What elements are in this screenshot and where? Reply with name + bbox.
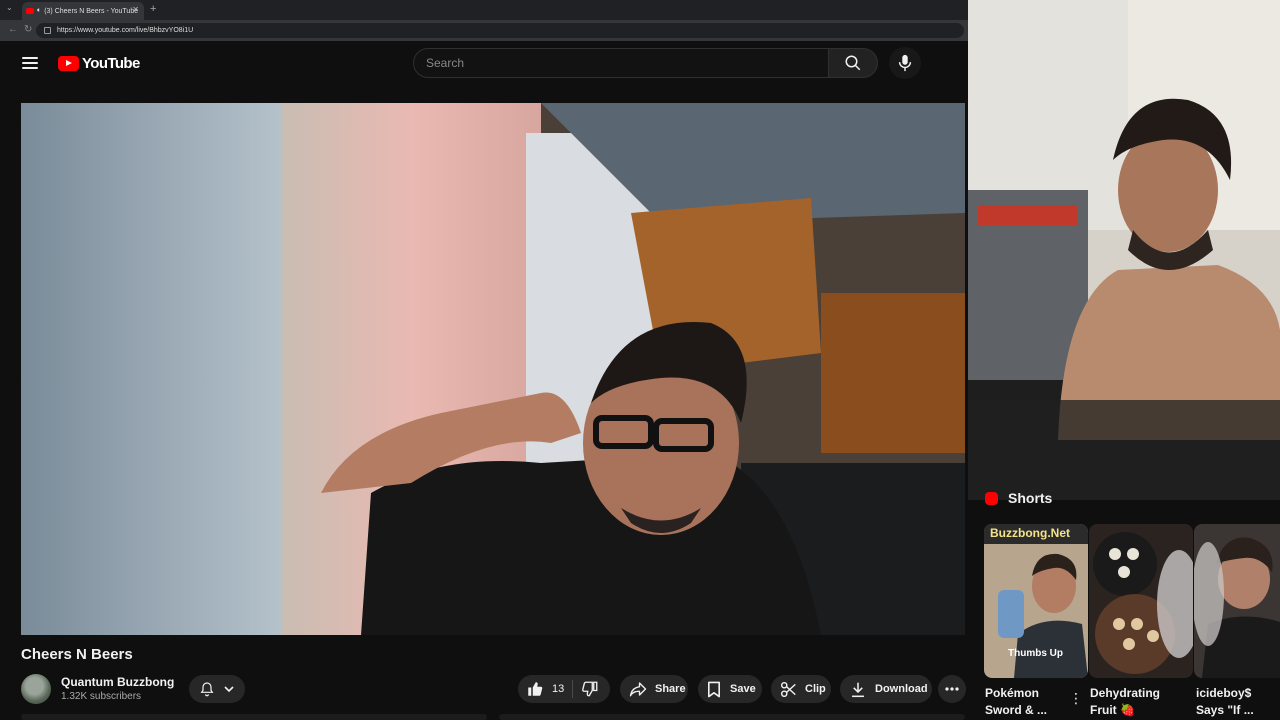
video-player[interactable] xyxy=(21,103,965,635)
short-title-2[interactable]: Dehydrating Fruit 🍓 xyxy=(1090,685,1182,719)
short-title-line: Says "If ... xyxy=(1196,703,1254,717)
short-more-icon[interactable]: ⋮ xyxy=(1069,690,1083,707)
more-horizontal-icon xyxy=(945,687,959,691)
youtube-header: YouTube xyxy=(0,41,968,89)
tab-search-icon[interactable]: ⌄ xyxy=(6,3,13,12)
search-button[interactable] xyxy=(828,48,878,78)
voice-search-button[interactable] xyxy=(889,47,921,79)
youtube-logo[interactable]: YouTube xyxy=(58,55,140,72)
like-dislike-group: 13 xyxy=(518,675,610,703)
save-label: Save xyxy=(730,683,756,695)
short-thumbnail-3[interactable] xyxy=(1194,524,1280,678)
download-label: Download xyxy=(875,683,928,695)
shorts-header: Shorts xyxy=(985,490,1052,506)
close-tab-icon[interactable]: ✕ xyxy=(132,5,139,14)
menu-icon[interactable] xyxy=(22,57,38,69)
bookmark-icon xyxy=(708,681,720,697)
short-title-1[interactable]: Pokémon Sword & ... xyxy=(985,685,1077,719)
short-thumbnail-image xyxy=(1089,524,1193,678)
subscriber-count: 1.32K subscribers xyxy=(61,691,142,702)
video-frame xyxy=(21,103,965,635)
tab-title: (3) Cheers N Beers - YouTube xyxy=(44,7,139,15)
logo-text: YouTube xyxy=(82,55,140,72)
video-title: Cheers N Beers xyxy=(21,646,133,663)
back-icon[interactable]: ← xyxy=(8,24,18,35)
search-icon xyxy=(845,55,861,71)
browser-tab[interactable]: 🔈︎ (3) Cheers N Beers - YouTube ✕ xyxy=(22,2,144,20)
notification-bell-button[interactable] xyxy=(189,675,245,703)
like-count: 13 xyxy=(552,683,565,695)
short-title-line: icideboy$ xyxy=(1196,686,1252,700)
share-button[interactable]: Share xyxy=(620,675,688,703)
shorts-logo-icon xyxy=(985,491,998,505)
address-bar-row: ← ↻ https://www.youtube.com/live/BhbzvYO… xyxy=(0,20,968,41)
short-title-line: Dehydrating xyxy=(1090,686,1161,700)
thumbs-down-icon xyxy=(582,681,598,697)
bell-icon xyxy=(200,682,214,697)
description-box-edge xyxy=(21,714,487,720)
dislike-button[interactable] xyxy=(581,680,599,698)
search-input[interactable] xyxy=(413,48,829,78)
clip-button[interactable]: Clip xyxy=(771,675,831,703)
comments-box-edge xyxy=(499,714,965,720)
shorts-heading: Shorts xyxy=(1008,490,1053,506)
microphone-icon xyxy=(898,54,912,72)
short-overlay-bottom: Thumbs Up xyxy=(1008,648,1063,659)
download-button[interactable]: Download xyxy=(840,675,932,703)
like-button[interactable]: 13 xyxy=(526,680,564,698)
youtube-favicon-icon xyxy=(26,8,34,14)
url-text: https://www.youtube.com/live/BhbzvYO8i1U xyxy=(57,27,194,34)
save-button[interactable]: Save xyxy=(698,675,762,703)
short-title-line: Sword & ... xyxy=(985,703,1048,717)
youtube-play-logo-icon xyxy=(58,56,79,71)
short-thumbnail-1[interactable]: Buzzbong.Net Thumbs Up xyxy=(984,524,1088,678)
short-title-3[interactable]: icideboy$ Says "If ... xyxy=(1196,685,1280,719)
site-info-icon[interactable] xyxy=(44,27,51,34)
webcam-frame xyxy=(968,0,1280,500)
short-overlay-top: Buzzbong.Net xyxy=(990,526,1070,540)
share-icon xyxy=(629,682,647,697)
browser-tab-bar: ⌄ 🔈︎ (3) Cheers N Beers - YouTube ✕ + xyxy=(0,0,968,20)
new-tab-icon[interactable]: + xyxy=(150,3,156,15)
speaker-icon: 🔈︎ xyxy=(37,7,42,14)
thumbs-up-icon xyxy=(528,682,543,696)
webcam-overlay xyxy=(968,0,1280,500)
short-title-line: Fruit 🍓 xyxy=(1090,703,1135,717)
download-icon xyxy=(852,682,864,697)
short-title-line: Pokémon xyxy=(985,686,1040,700)
divider xyxy=(572,680,574,698)
scissors-icon xyxy=(780,681,796,697)
url-field[interactable]: https://www.youtube.com/live/BhbzvYO8i1U xyxy=(36,23,964,38)
channel-name[interactable]: Quantum Buzzbong xyxy=(61,675,174,689)
share-label: Share xyxy=(655,683,686,695)
channel-avatar[interactable] xyxy=(21,674,51,704)
clip-label: Clip xyxy=(805,683,826,695)
short-thumbnail-2[interactable] xyxy=(1089,524,1193,678)
chevron-down-icon xyxy=(224,686,234,693)
more-actions-button[interactable] xyxy=(938,675,966,703)
reload-icon[interactable]: ↻ xyxy=(24,24,32,35)
short-thumbnail-image xyxy=(1194,524,1280,678)
